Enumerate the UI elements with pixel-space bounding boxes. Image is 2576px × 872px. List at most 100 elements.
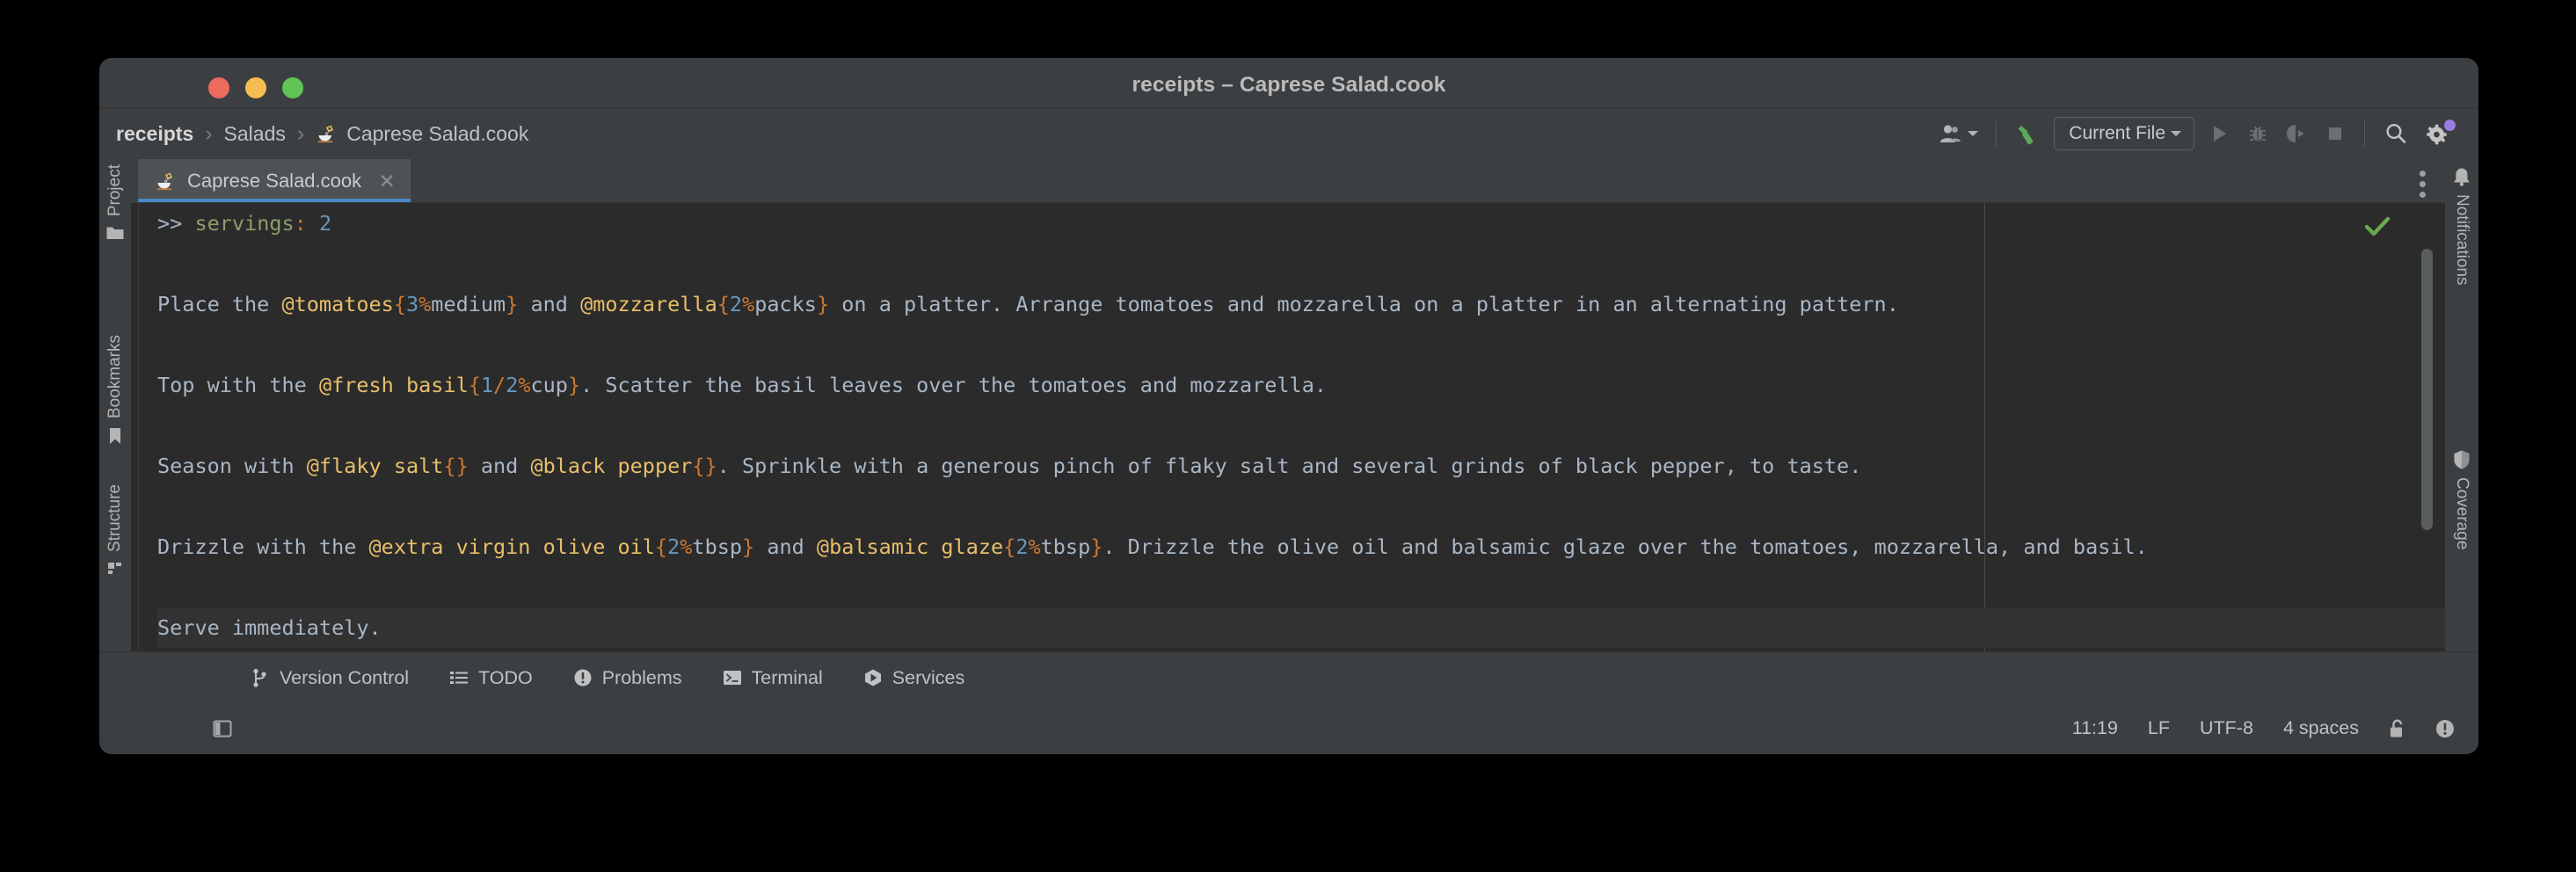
toggle-tool-window-icon[interactable]	[212, 718, 233, 739]
code-token: @mozzarella	[580, 292, 717, 316]
code-token: {	[393, 292, 406, 316]
code-editor[interactable]: >> servings: 2 Place the @tomatoes{3%med…	[131, 203, 2445, 651]
code-line: Serve immediately.	[157, 607, 2445, 648]
debug-bug-icon[interactable]	[2238, 114, 2277, 153]
sidebar-item-notifications[interactable]: Notifications	[2445, 166, 2478, 286]
code-token: 2	[667, 534, 680, 559]
code-token: {	[1003, 534, 1016, 559]
breadcrumb-item-receipts[interactable]: receipts	[115, 122, 194, 146]
code-token: %	[518, 373, 531, 397]
tab-more-options-icon[interactable]	[2420, 171, 2426, 198]
code-token: and	[754, 534, 817, 559]
code-token: %	[680, 534, 693, 559]
coverage-shield-icon	[2453, 449, 2470, 470]
code-token: :	[294, 211, 307, 236]
run-play-icon[interactable]	[2200, 114, 2238, 153]
code-token: }	[567, 373, 581, 397]
code-token: @black pepper	[530, 454, 693, 478]
code-line: Drizzle with the @extra virgin olive oil…	[157, 527, 2445, 567]
sidebar-item-label: Coverage	[2453, 477, 2471, 550]
sidebar-item-bookmarks[interactable]: Bookmarks	[99, 335, 131, 446]
editor-vertical-scrollbar[interactable]	[2421, 249, 2433, 530]
code-token: 2	[506, 373, 519, 397]
settings-gear-icon[interactable]	[2417, 114, 2459, 153]
code-token: }	[506, 292, 519, 316]
code-token: }	[742, 534, 755, 559]
sidebar-item-coverage[interactable]: Coverage	[2445, 449, 2478, 549]
code-token: {	[468, 373, 481, 397]
stop-square-icon[interactable]	[2316, 114, 2354, 153]
problems-warning-icon	[573, 668, 593, 687]
right-tool-window-stripe: Notifications Coverage	[2444, 159, 2478, 651]
unlocked-padlock-icon[interactable]	[2387, 718, 2406, 739]
bottom-item-services[interactable]: Services	[863, 667, 964, 689]
sidebar-item-project[interactable]: Project	[99, 164, 131, 242]
run-configuration-selector[interactable]: Current File	[2054, 117, 2194, 150]
code-token: {	[654, 534, 668, 559]
structure-icon	[106, 560, 124, 576]
bottom-item-version-control[interactable]: Version Control	[251, 667, 409, 689]
inspection-info-icon[interactable]	[2434, 718, 2456, 739]
code-token: 2	[729, 292, 743, 316]
bottom-tool-window-bar: Version Control TODO Problems Terminal S…	[99, 651, 2478, 703]
tab-caprese-salad-cook[interactable]: Caprese Salad.cook ✕	[138, 159, 411, 203]
editor-tab-bar: Caprese Salad.cook ✕	[131, 159, 2445, 203]
ide-window: receipts – Caprese Salad.cook receipts ›…	[99, 58, 2478, 754]
code-token: . Scatter the basil leaves over the toma…	[580, 373, 1328, 397]
code-token: servings	[194, 211, 295, 236]
notification-bell-icon	[2451, 166, 2472, 187]
build-hammer-icon[interactable]	[2006, 114, 2048, 153]
search-icon[interactable]	[2375, 114, 2417, 153]
code-token: . Sprinkle with a generous pinch of flak…	[717, 454, 1862, 478]
bookmark-icon	[107, 426, 123, 446]
todo-list-icon	[449, 669, 469, 687]
chevron-down-icon	[2171, 131, 2181, 136]
code-token: {}	[443, 454, 469, 478]
code-token: cup	[530, 373, 568, 397]
toolbar-divider	[2364, 120, 2365, 147]
code-token: {	[717, 292, 730, 316]
caret-position[interactable]: 11:19	[2072, 717, 2118, 739]
tab-close-icon[interactable]: ✕	[375, 170, 398, 193]
bottom-item-problems[interactable]: Problems	[573, 667, 682, 689]
code-token: 1	[480, 373, 494, 397]
bottom-item-label: Services	[891, 666, 965, 688]
sidebar-item-structure[interactable]: Structure	[99, 484, 131, 576]
project-folder-icon	[106, 224, 125, 242]
breadcrumb-separator: ›	[205, 120, 213, 146]
file-encoding[interactable]: UTF-8	[2200, 717, 2253, 739]
breadcrumb-item-file[interactable]: Caprese Salad.cook	[346, 122, 529, 146]
code-line: Place the @tomatoes{3%medium} and @mozza…	[157, 284, 2445, 324]
code-token: Top with the	[157, 373, 319, 397]
user-avatar-icon[interactable]	[1930, 114, 1986, 153]
breadcrumb-item-salads[interactable]: Salads	[223, 122, 287, 146]
inspection-status-ok-icon[interactable]	[2364, 215, 2390, 238]
left-tool-window-stripe: Project Bookmarks Structure	[99, 159, 132, 651]
line-separator[interactable]: LF	[2148, 717, 2170, 739]
code-token: @balsamic glaze	[816, 534, 1004, 559]
code-token: @extra virgin olive oil	[368, 534, 655, 559]
ide-body: Project Bookmarks Structure Notification…	[99, 159, 2478, 651]
services-play-icon	[863, 668, 883, 687]
code-line: >> servings: 2	[157, 203, 2445, 243]
indent-setting[interactable]: 4 spaces	[2283, 717, 2359, 739]
code-content[interactable]: >> servings: 2 Place the @tomatoes{3%med…	[157, 203, 2445, 648]
sidebar-item-label: Notifications	[2453, 194, 2471, 286]
run-with-coverage-icon[interactable]	[2277, 114, 2316, 153]
terminal-prompt-icon	[723, 669, 742, 687]
bottom-item-label: Version Control	[280, 666, 409, 688]
version-control-branch-icon	[251, 667, 270, 688]
bottom-item-todo[interactable]: TODO	[449, 667, 533, 689]
bottom-item-label: Terminal	[751, 666, 823, 688]
bottom-item-terminal[interactable]: Terminal	[723, 667, 823, 689]
editor-gutter-divider	[138, 203, 139, 651]
code-line: Top with the @fresh basil{1/2%cup}. Scat…	[157, 365, 2445, 405]
title-bar: receipts – Caprese Salad.cook	[99, 58, 2478, 108]
status-bar-right: 11:19 LF UTF-8 4 spaces	[2042, 717, 2456, 739]
